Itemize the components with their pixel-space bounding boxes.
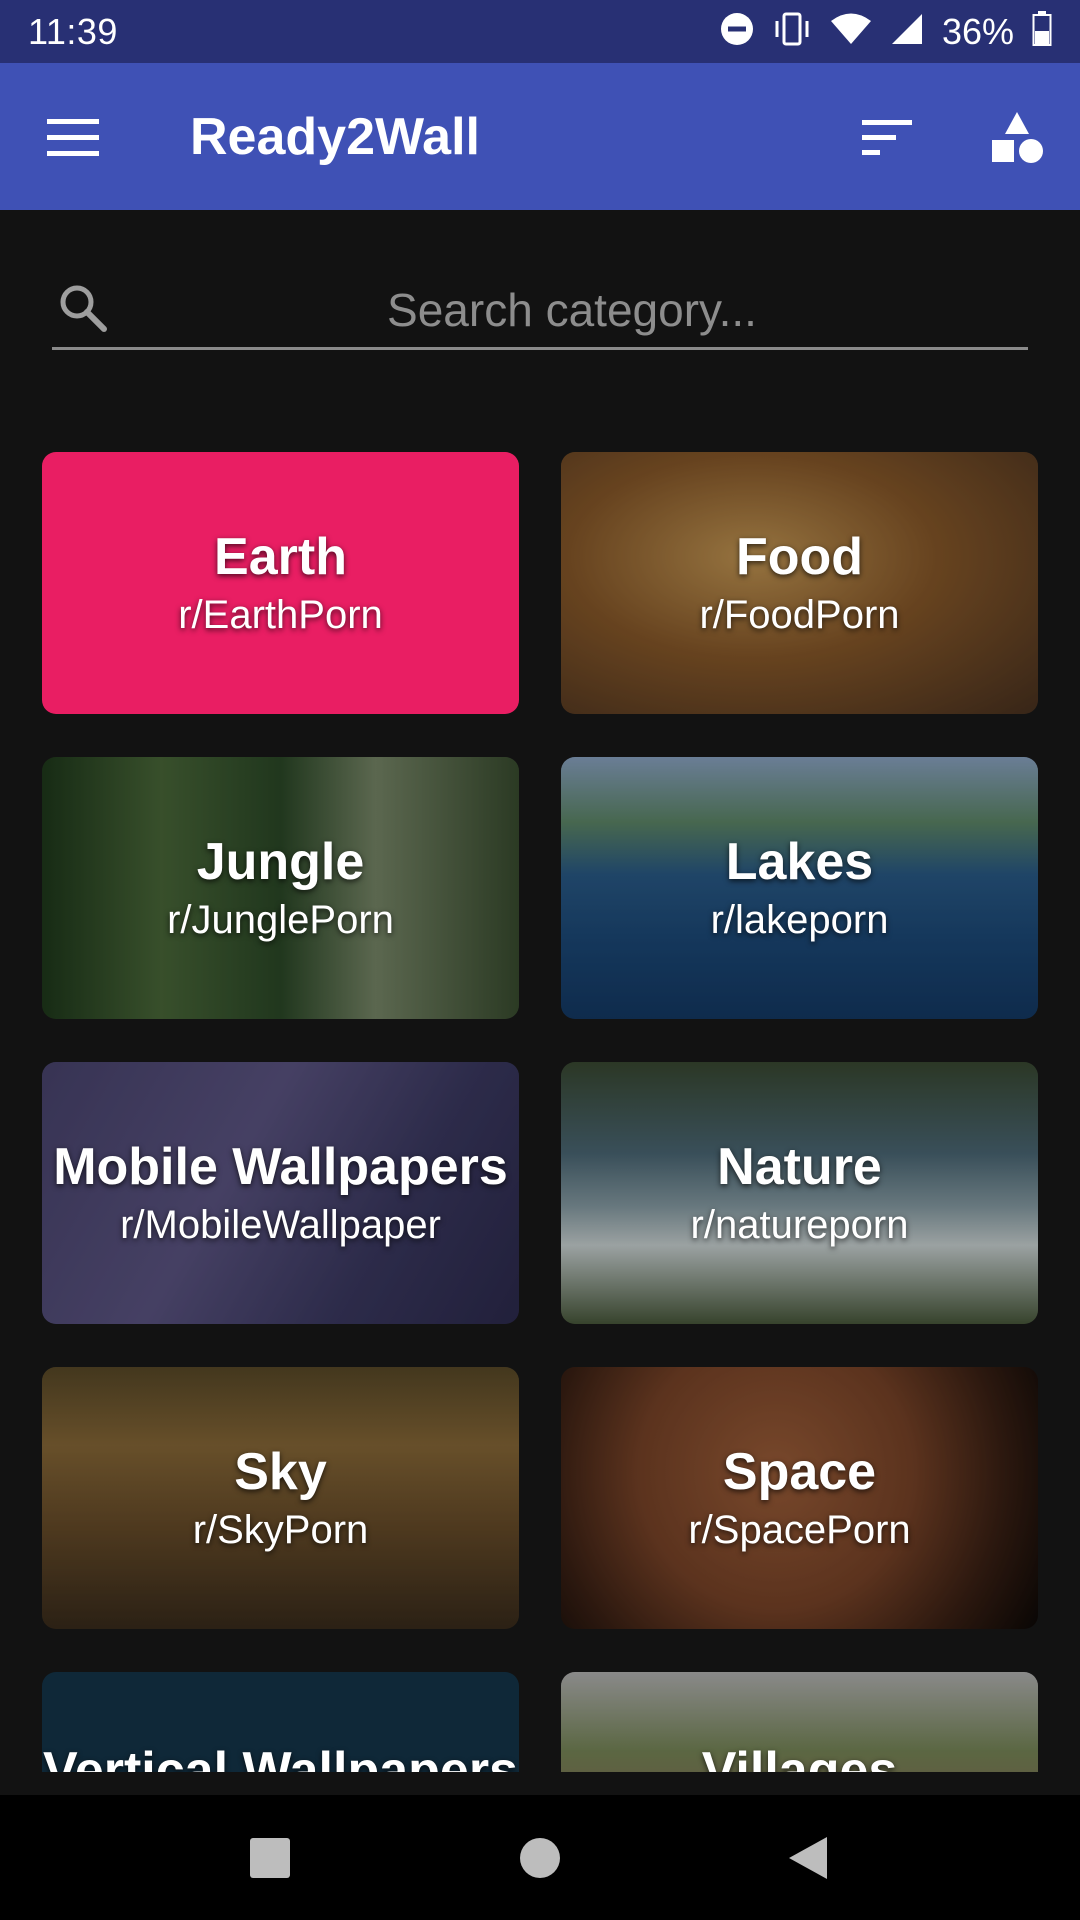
battery-icon (1032, 11, 1052, 52)
category-card-lakes[interactable]: Lakes r/lakeporn (561, 757, 1038, 1019)
search-bar (52, 275, 1028, 350)
vibrate-icon (772, 11, 812, 52)
category-title: Earth (214, 527, 347, 586)
sort-button[interactable] (852, 108, 922, 168)
status-icons: 36% (720, 11, 1052, 53)
menu-button[interactable] (38, 113, 108, 163)
category-card-sky[interactable]: Sky r/SkyPorn (42, 1367, 519, 1629)
do-not-disturb-icon (720, 12, 754, 51)
category-subreddit: r/FoodPorn (699, 593, 900, 638)
category-subreddit: r/EarthPorn (178, 593, 383, 638)
status-bar: 11:39 36% (0, 0, 1080, 63)
recents-button[interactable] (230, 1825, 310, 1891)
back-triangle-icon (789, 1837, 827, 1879)
category-card-vertical-wallpapers[interactable]: Vertical Wallpapers (42, 1672, 519, 1772)
category-card-nature[interactable]: Nature r/natureporn (561, 1062, 1038, 1324)
search-input[interactable] (132, 275, 1012, 345)
category-title: Sky (234, 1442, 327, 1501)
app-title: Ready2Wall (190, 108, 480, 166)
category-subreddit: r/JunglePorn (167, 898, 394, 943)
category-subreddit: r/SkyPorn (192, 1508, 369, 1553)
recents-square-icon (250, 1838, 290, 1878)
category-subreddit: r/lakeporn (710, 898, 889, 943)
shapes-icon (992, 112, 1043, 163)
category-subreddit: r/natureporn (690, 1203, 909, 1248)
category-card-jungle[interactable]: Jungle r/JunglePorn (42, 757, 519, 1019)
battery-percent: 36% (941, 10, 1014, 52)
category-card-food[interactable]: Food r/FoodPorn (561, 452, 1038, 714)
shapes-button[interactable] (980, 103, 1054, 173)
category-title: Space (722, 1442, 877, 1501)
category-card-earth[interactable]: Earth r/EarthPorn (42, 452, 519, 714)
system-nav-bar (0, 1795, 1080, 1920)
category-card-villages[interactable]: Villages (561, 1672, 1038, 1772)
category-title: Vertical Wallpapers (43, 1742, 518, 1772)
category-grid: Earth r/EarthPorn Food r/FoodPorn Jungle… (42, 452, 1038, 1772)
category-title: Mobile Wallpapers (53, 1137, 508, 1196)
category-title: Villages (701, 1742, 898, 1772)
sort-icon (862, 120, 912, 155)
home-circle-icon (520, 1838, 560, 1878)
wifi-icon (830, 12, 872, 51)
hamburger-menu-icon (47, 119, 99, 156)
category-subreddit: r/SpacePorn (688, 1508, 911, 1553)
category-title: Food (735, 527, 864, 586)
back-button[interactable] (768, 1825, 848, 1891)
cellular-signal-icon (890, 12, 924, 51)
category-title: Nature (717, 1137, 882, 1196)
category-title: Jungle (196, 832, 365, 891)
status-time: 11:39 (28, 10, 118, 52)
category-subreddit: r/MobileWallpaper (120, 1203, 441, 1248)
search-icon (58, 283, 112, 337)
category-card-mobile-wallpapers[interactable]: Mobile Wallpapers r/MobileWallpaper (42, 1062, 519, 1324)
category-title: Lakes (725, 832, 874, 891)
home-button[interactable] (500, 1825, 580, 1891)
app-bar: Ready2Wall (0, 63, 1080, 210)
category-card-space[interactable]: Space r/SpacePorn (561, 1367, 1038, 1629)
